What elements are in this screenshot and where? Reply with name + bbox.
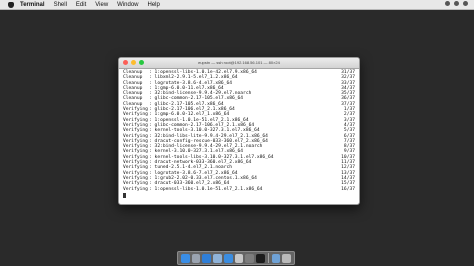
line-package: libxml2-2.9.1-5.el7_1.2.x86_64 (154, 75, 238, 81)
terminal-output[interactable]: Cleanup: 1:openssl-libs-1.0.1e-42.el7.9.… (119, 69, 359, 199)
line-package: kernel-tools-3.10.0-327.3.1.el7.x86_64 (154, 128, 260, 134)
menu-view[interactable]: View (95, 2, 108, 8)
mail-icon[interactable] (213, 253, 222, 263)
line-package: glibc-common-2.17-105.el7.x86_64 (154, 96, 244, 102)
photos-icon[interactable] (234, 253, 244, 263)
terminal-window[interactable]: eupstn — ssh root@192.168.56.101 — 80×24… (118, 57, 360, 205)
menu-window[interactable]: Window (117, 2, 138, 8)
title-bar[interactable]: eupstn — ssh root@192.168.56.101 — 80×24 (119, 58, 359, 69)
dock (177, 251, 295, 265)
terminal-line: Verifying: 1:openssl-libs-1.0.1e-51.el7_… (123, 187, 355, 192)
app-store-icon[interactable] (223, 253, 233, 263)
line-package: dracut-033-360.el7_2.x86_64 (154, 181, 230, 187)
menu-help[interactable]: Help (148, 2, 160, 8)
menu-shell[interactable]: Shell (54, 2, 67, 8)
window-title: eupstn — ssh root@192.168.56.101 — 80×24 (198, 60, 280, 65)
finder-icon[interactable] (181, 253, 190, 263)
notification-center-icon[interactable] (463, 1, 468, 6)
line-sep: : 1:openssl-libs-1.0.1e-51.el7_2.1.x86_6… (149, 186, 263, 192)
menu-bar: Terminal Shell Edit View Window Help (0, 0, 474, 10)
line-package: 1:openssl-1.0.1e-51.el7_2.1.x86_64 (154, 117, 249, 123)
line-package: kernel-tools-libs-3.10.0-327.3.1.el7.x86… (154, 154, 274, 160)
spotlight-icon[interactable] (454, 1, 459, 6)
line-package: 1:gmp-6.0.0-12.el7_1.x86_64 (154, 112, 230, 118)
safari-icon[interactable] (202, 253, 212, 263)
text-cursor (123, 192, 126, 198)
line-package: tuned-2.5.1-4.el7_2.1.noarch (154, 165, 232, 171)
line-package: logrotate-3.8.6-4.el7.x86_64 (154, 80, 232, 86)
dock-separator (267, 253, 269, 263)
system-preferences-icon[interactable] (245, 253, 254, 263)
line-package: 32:bind-libs-lite-9.9.4-29.el7_2.1.x86_6… (154, 133, 268, 139)
status-icon[interactable] (445, 1, 450, 6)
line-package: logrotate-3.8.6-7.el7_2.x86_64 (154, 170, 238, 176)
line-package: kernel-3.10.0-327.3.1.el7.x86_64 (154, 149, 244, 155)
line-action: Verifying (123, 186, 148, 192)
apple-menu-icon[interactable] (8, 1, 14, 8)
launchpad-icon[interactable] (191, 253, 201, 263)
menu-app-name[interactable]: Terminal (20, 2, 45, 8)
terminal-icon[interactable] (255, 253, 265, 263)
menu-edit[interactable]: Edit (76, 2, 86, 8)
trash-icon[interactable] (282, 253, 291, 263)
menu-extras (445, 1, 468, 6)
line-count: 16/37 (341, 186, 355, 192)
downloads-folder-icon[interactable] (271, 253, 281, 263)
line-package: 1:openssl-libs-1.0.1e-51.el7_2.1.x86_64 (154, 186, 263, 192)
